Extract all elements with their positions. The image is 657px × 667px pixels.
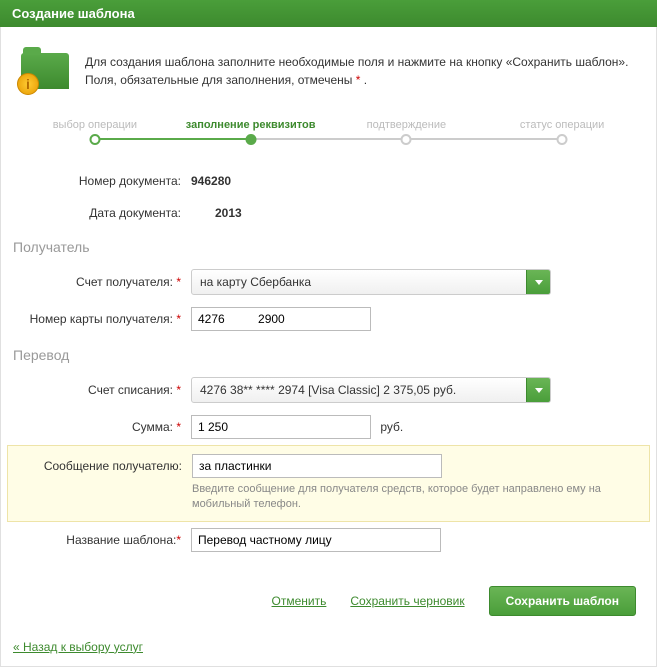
row-recipient-account: Счет получателя: * на карту Сбербанка	[13, 263, 644, 301]
amount-unit: руб.	[380, 420, 403, 434]
info-line2: Поля, обязательные для заполнения, отмеч…	[85, 71, 628, 89]
amount-input[interactable]	[191, 415, 371, 439]
chevron-down-icon	[526, 378, 550, 402]
recipient-account-label: Счет получателя: *	[13, 275, 191, 289]
row-recipient-card: Номер карты получателя: *	[13, 301, 644, 337]
doc-number-value: 946280	[191, 174, 644, 188]
recipient-account-value: на карту Сбербанка	[192, 275, 526, 289]
save-draft-button[interactable]: Сохранить черновик	[350, 594, 464, 608]
step-select-operation: выбор операции	[17, 119, 173, 145]
chevron-down-icon	[526, 270, 550, 294]
debit-account-label: Счет списания: *	[13, 383, 191, 397]
template-name-label: Название шаблона:*	[13, 533, 191, 547]
row-template-name: Название шаблона:*	[13, 522, 644, 558]
doc-date-label: Дата документа:	[13, 206, 191, 220]
info-line1: Для создания шаблона заполните необходим…	[85, 53, 628, 71]
amount-label: Сумма: *	[13, 420, 191, 434]
back-to-services-link[interactable]: « Назад к выбору услуг	[13, 640, 143, 654]
cancel-button[interactable]: Отменить	[272, 594, 327, 608]
row-doc-number: Номер документа: 946280	[13, 165, 644, 197]
action-bar: Отменить Сохранить черновик Сохранить ша…	[13, 562, 644, 628]
folder-template-icon: i	[17, 47, 73, 95]
debit-account-value: 4276 38** **** 2974 [Visa Classic] 2 375…	[192, 383, 526, 397]
section-transfer: Перевод	[13, 347, 644, 363]
row-debit-account: Счет списания: * 4276 38** **** 2974 [Vi…	[13, 371, 644, 409]
step-confirm: подтверждение	[329, 119, 485, 145]
message-input[interactable]	[192, 454, 442, 478]
save-template-button[interactable]: Сохранить шаблон	[489, 586, 636, 616]
page-header: Создание шаблона	[0, 0, 657, 27]
section-recipient: Получатель	[13, 239, 644, 255]
doc-date-value: 2013	[191, 206, 644, 220]
step-status: статус операции	[484, 119, 640, 145]
info-box: i Для создания шаблона заполните необход…	[13, 39, 644, 111]
debit-account-select[interactable]: 4276 38** **** 2974 [Visa Classic] 2 375…	[191, 377, 551, 403]
template-name-input[interactable]	[191, 528, 441, 552]
row-amount: Сумма: * руб.	[13, 409, 644, 445]
info-text: Для создания шаблона заполните необходим…	[85, 47, 628, 95]
row-doc-date: Дата документа: 2013	[13, 197, 644, 229]
message-hint: Введите сообщение для получателя средств…	[14, 482, 643, 513]
page-title: Создание шаблона	[12, 6, 135, 21]
recipient-card-label: Номер карты получателя: *	[13, 312, 191, 326]
doc-number-label: Номер документа:	[13, 174, 191, 188]
step-fill-details: заполнение реквизитов	[173, 119, 329, 145]
recipient-account-select[interactable]: на карту Сбербанка	[191, 269, 551, 295]
content-area: i Для создания шаблона заполните необход…	[0, 27, 657, 667]
wizard-steps: выбор операции заполнение реквизитов под…	[13, 119, 644, 145]
row-message: Сообщение получателю: Введите сообщение …	[7, 445, 650, 522]
message-label: Сообщение получателю:	[14, 459, 192, 473]
recipient-card-input[interactable]	[191, 307, 371, 331]
